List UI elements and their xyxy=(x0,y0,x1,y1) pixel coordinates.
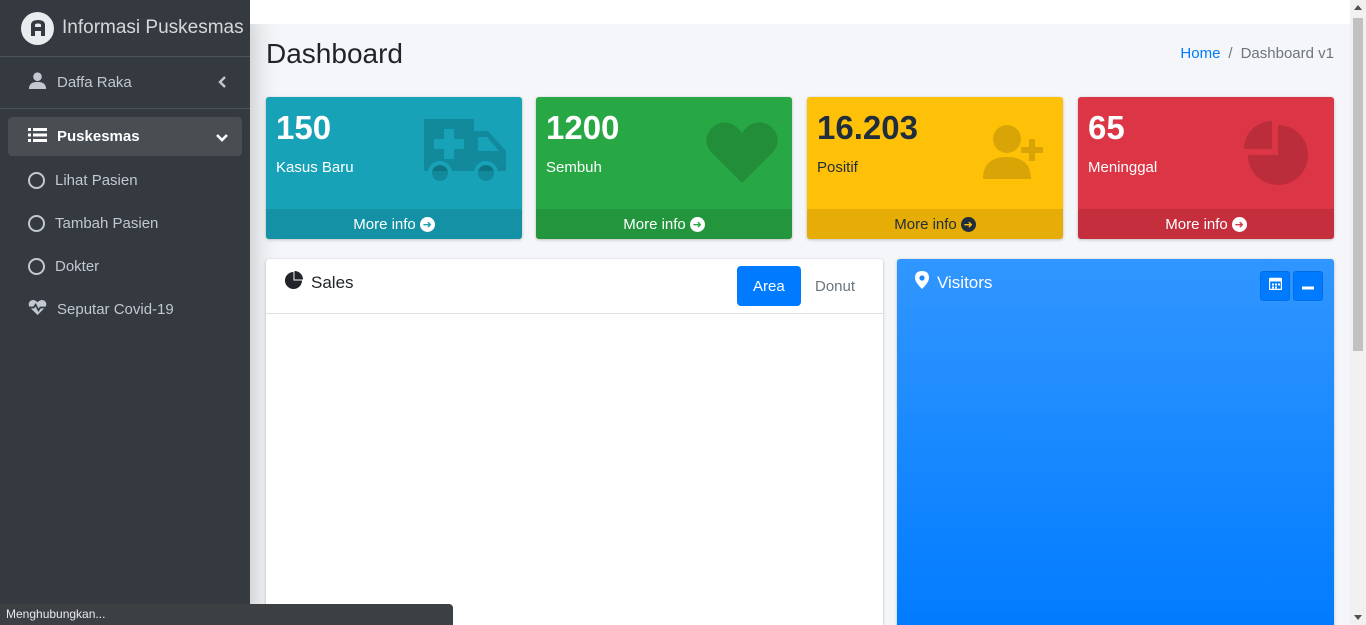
list-icon xyxy=(28,127,47,147)
sidebar: Informasi Puskesmas Daffa Raka Puskesmas… xyxy=(0,0,250,625)
calendar-icon xyxy=(1268,277,1282,295)
more-info-label: More info xyxy=(353,215,416,233)
pie-chart-icon xyxy=(284,271,303,295)
brand-title: Informasi Puskesmas xyxy=(62,17,244,38)
sidebar-nav: Puskesmas Lihat Pasien Tambah Pasien Dok… xyxy=(0,109,250,331)
user-icon xyxy=(28,71,47,95)
heart-icon xyxy=(706,121,778,188)
breadcrumb-current: Dashboard v1 xyxy=(1240,45,1334,62)
sidebar-item-label: Tambah Pasien xyxy=(55,215,159,232)
arrow-circle-right-icon: ➜ xyxy=(419,216,435,232)
more-info-link[interactable]: More info ➜ xyxy=(266,209,522,239)
stat-box-kasus-baru: 150 Kasus Baru More info ➜ xyxy=(266,97,522,239)
more-info-label: More info xyxy=(894,215,957,233)
breadcrumb-separator: / xyxy=(1228,45,1233,62)
circle-icon xyxy=(28,172,45,189)
sidebar-item-puskesmas[interactable]: Puskesmas xyxy=(8,117,242,156)
sidebar-item-dokter[interactable]: Dokter xyxy=(8,245,242,288)
user-plus-icon xyxy=(983,123,1049,186)
browser-status-bar: Menghubungkan... xyxy=(0,604,453,625)
sales-title-label: Sales xyxy=(311,273,354,292)
circle-icon xyxy=(28,258,45,275)
scroll-up-arrow-icon[interactable] xyxy=(1354,5,1362,10)
sidebar-item-label: Puskesmas xyxy=(57,128,140,145)
sidebar-item-label: Seputar Covid-19 xyxy=(57,301,174,318)
sales-card-header: Sales Area Donut xyxy=(266,259,883,314)
page-title: Dashboard xyxy=(266,38,403,69)
collapse-button[interactable] xyxy=(1293,271,1323,301)
more-info-label: More info xyxy=(1165,215,1228,233)
more-info-link[interactable]: More info ➜ xyxy=(536,209,792,239)
arrow-circle-right-icon: ➜ xyxy=(689,216,705,232)
user-name: Daffa Raka xyxy=(57,74,132,91)
calendar-button[interactable] xyxy=(1260,271,1290,301)
visitors-card: Visitors xyxy=(897,259,1334,625)
tab-area[interactable]: Area xyxy=(737,266,801,306)
sidebar-item-label: Dokter xyxy=(55,258,100,275)
sales-card: Sales Area Donut xyxy=(266,259,883,625)
minus-icon xyxy=(1302,277,1314,295)
sales-card-title: Sales xyxy=(284,271,354,295)
scroll-down-arrow-icon[interactable] xyxy=(1354,615,1362,620)
circle-icon xyxy=(28,215,45,232)
page-scrollbar[interactable] xyxy=(1350,0,1366,625)
brand-logo-icon xyxy=(21,11,54,45)
visitors-card-title: Visitors xyxy=(915,271,992,294)
pie-chart-icon xyxy=(1244,121,1308,190)
user-panel[interactable]: Daffa Raka xyxy=(0,57,250,109)
brand-link[interactable]: Informasi Puskesmas xyxy=(0,0,250,57)
visitors-title-label: Visitors xyxy=(937,272,993,292)
more-info-link[interactable]: More info ➜ xyxy=(807,209,1063,239)
stat-box-positif: 16.203 Positif More info ➜ xyxy=(807,97,1063,239)
map-marker-icon xyxy=(915,271,929,294)
arrow-circle-right-icon: ➜ xyxy=(960,216,976,232)
stat-box-meninggal: 65 Meninggal More info ➜ xyxy=(1078,97,1334,239)
chevron-down-icon xyxy=(216,130,228,147)
more-info-link[interactable]: More info ➜ xyxy=(1078,209,1334,239)
top-navbar xyxy=(250,0,1350,24)
scroll-thumb[interactable] xyxy=(1353,18,1363,351)
sales-chart-area xyxy=(266,314,883,625)
ambulance-icon xyxy=(420,115,508,192)
tab-donut[interactable]: Donut xyxy=(799,266,871,306)
sidebar-item-tambah-pasien[interactable]: Tambah Pasien xyxy=(8,202,242,245)
breadcrumb-home-link[interactable]: Home xyxy=(1180,45,1220,62)
arrow-circle-right-icon: ➜ xyxy=(1231,216,1247,232)
sidebar-item-lihat-pasien[interactable]: Lihat Pasien xyxy=(8,159,242,202)
sidebar-item-covid[interactable]: Seputar Covid-19 xyxy=(8,288,242,331)
sidebar-item-label: Lihat Pasien xyxy=(55,172,138,189)
heartbeat-icon xyxy=(28,299,47,320)
breadcrumb: Home / Dashboard v1 xyxy=(1180,45,1334,62)
chevron-left-icon[interactable] xyxy=(218,75,228,93)
stat-box-sembuh: 1200 Sembuh More info ➜ xyxy=(536,97,792,239)
more-info-label: More info xyxy=(623,215,686,233)
